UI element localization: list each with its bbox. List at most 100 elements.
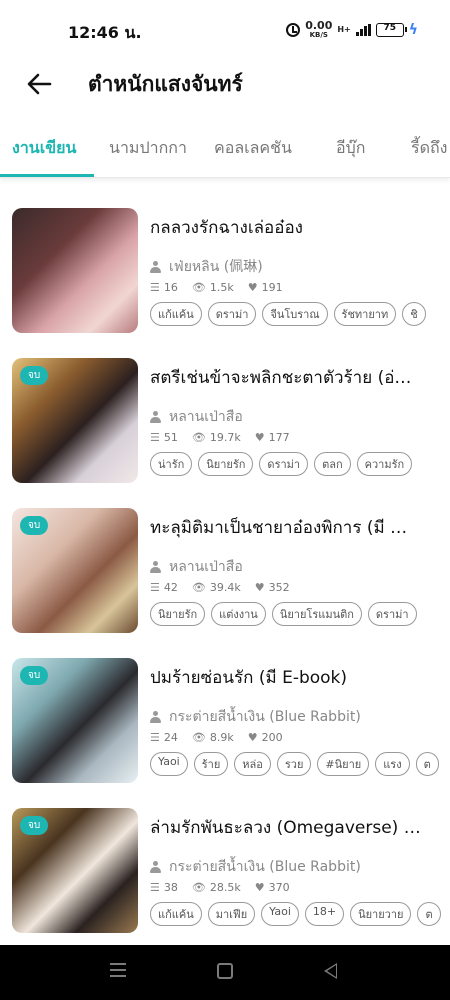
tab-ebooks[interactable]: อีบุ๊ก <box>336 136 365 161</box>
chapters-icon: ☰ <box>150 581 160 594</box>
author-row[interactable]: หลานเป่าสือ <box>150 406 243 428</box>
network-speed-unit: KB/S <box>309 31 328 39</box>
book-cover[interactable]: จบ <box>12 358 138 483</box>
book-title[interactable]: ปมร้ายซ่อนรัก (มี E-book) <box>150 664 440 691</box>
tag[interactable]: ตลก <box>314 452 351 476</box>
book-stats: ☰ 38 👁 28.5k ♥ 370 <box>150 881 290 894</box>
chapter-count: 42 <box>163 581 178 594</box>
book-title[interactable]: สตรีเช่นข้าจะพลิกชะตาตัวร้าย (อ่… <box>150 364 440 391</box>
tag[interactable]: ร้าย <box>193 752 229 776</box>
tag[interactable]: Yaoi <box>261 902 299 926</box>
tag[interactable]: นิยายรัก <box>198 452 254 476</box>
view-count: 8.9k <box>209 731 234 744</box>
like-count: 370 <box>268 881 290 894</box>
chapters-icon: ☰ <box>150 731 160 744</box>
tab-works[interactable]: งานเขียน <box>12 136 76 161</box>
book-cover[interactable]: จบ <box>12 808 138 933</box>
heart-icon: ♥ <box>247 731 258 744</box>
home-button[interactable] <box>217 963 233 979</box>
tag[interactable]: ดราม่า <box>367 602 417 626</box>
book-title[interactable]: ล่ามรักพันธะลวง (Omegaverse) … <box>150 814 440 841</box>
tag[interactable]: จีนโบราณ <box>262 302 328 326</box>
book-cover[interactable] <box>12 208 138 333</box>
page-title: ตำหนักแสงจันทร์ <box>88 72 243 96</box>
tag-list: แก้แค้น มาเฟีย Yaoi 18+ นิยายวาย ต <box>150 902 450 926</box>
tag[interactable]: น่ารัก <box>150 452 193 476</box>
tag[interactable]: ดราม่า <box>207 302 257 326</box>
network-type: H+ <box>337 25 351 34</box>
author-row[interactable]: กระต่ายสีน้ำเงิน (Blue Rabbit) <box>150 706 361 728</box>
tag[interactable]: รวย <box>276 752 312 776</box>
tag[interactable]: นิยายรัก <box>150 602 206 626</box>
tag[interactable]: แก้แค้น <box>150 902 202 926</box>
book-item[interactable]: จบ สตรีเช่นข้าจะพลิกชะตาตัวร้าย (อ่… หลา… <box>0 350 450 483</box>
eye-icon: 👁 <box>191 281 206 294</box>
tag[interactable]: นิยายวาย <box>350 902 412 926</box>
book-title[interactable]: กลลวงรักฉางเล่ออ๋อง <box>150 214 440 241</box>
tab-read-up-to[interactable]: รี้ดถึง <box>411 136 447 161</box>
book-item[interactable]: จบ ปมร้ายซ่อนรัก (มี E-book) กระต่ายสีน้… <box>0 650 450 783</box>
eye-icon: 👁 <box>191 731 206 744</box>
book-cover[interactable]: จบ <box>12 508 138 633</box>
chapters-icon: ☰ <box>150 881 160 894</box>
completed-badge: จบ <box>20 366 49 385</box>
author-row[interactable]: กระต่ายสีน้ำเงิน (Blue Rabbit) <box>150 856 361 878</box>
tag[interactable]: แรง <box>375 752 410 776</box>
book-item[interactable]: จบ ทะลุมิติมาเป็นชายาอ๋องพิการ (มี … หลา… <box>0 500 450 633</box>
heart-icon: ♥ <box>254 881 265 894</box>
book-stats: ☰ 24 👁 8.9k ♥ 200 <box>150 731 283 744</box>
book-item[interactable]: กลลวงรักฉางเล่ออ๋อง เฟ่ยหลิน (佩琳) ☰ 16 👁… <box>0 200 450 333</box>
tag[interactable]: #นิยาย <box>317 752 370 776</box>
system-back-button[interactable] <box>324 963 337 979</box>
eye-icon: 👁 <box>191 881 206 894</box>
arrow-left-icon <box>27 73 52 95</box>
alarm-icon <box>286 23 301 37</box>
chapters-icon: ☰ <box>150 281 160 294</box>
chapters-icon: ☰ <box>150 431 160 444</box>
tag[interactable]: แต่งงาน <box>211 602 266 626</box>
heart-icon: ♥ <box>254 431 265 444</box>
person-icon <box>150 561 161 573</box>
chapter-count: 16 <box>163 281 178 294</box>
recent-apps-button[interactable] <box>110 963 126 977</box>
tag[interactable]: ต <box>415 752 439 776</box>
tag[interactable]: ความรัก <box>356 452 413 476</box>
network-speed: 0.00 KB/S <box>305 19 333 39</box>
heart-icon: ♥ <box>247 281 258 294</box>
network-speed-value: 0.00 <box>305 19 333 32</box>
author-name: หลานเป่าสือ <box>169 559 243 575</box>
tag[interactable]: ต <box>417 902 441 926</box>
person-icon <box>150 261 161 273</box>
tag[interactable]: Yaoi <box>150 752 188 776</box>
back-button[interactable] <box>24 70 56 98</box>
person-icon <box>150 711 161 723</box>
author-row[interactable]: หลานเป่าสือ <box>150 556 243 578</box>
tag[interactable]: นิยายโรแมนติก <box>271 602 362 626</box>
book-cover[interactable]: จบ <box>12 658 138 783</box>
tag[interactable]: ชิ <box>402 302 426 326</box>
author-row[interactable]: เฟ่ยหลิน (佩琳) <box>150 256 263 278</box>
status-bar: 12:46 น. 0.00 KB/S H+ 75 ϟ <box>0 0 450 60</box>
author-name: เฟ่ยหลิน (佩琳) <box>169 259 263 275</box>
app-header: ตำหนักแสงจันทร์ <box>0 60 450 110</box>
tag[interactable]: มาเฟีย <box>207 902 256 926</box>
book-stats: ☰ 16 👁 1.5k ♥ 191 <box>150 281 283 294</box>
tag-list: แก้แค้น ดราม่า จีนโบราณ รัชทายาท ชิ <box>150 302 450 326</box>
tag-list: นิยายรัก แต่งงาน นิยายโรแมนติก ดราม่า <box>150 602 450 626</box>
book-stats: ☰ 51 👁 19.7k ♥ 177 <box>150 431 290 444</box>
like-count: 177 <box>268 431 290 444</box>
book-item[interactable]: จบ ล่ามรักพันธะลวง (Omegaverse) … กระต่า… <box>0 800 450 933</box>
tab-pen-names[interactable]: นามปากกา <box>109 136 187 161</box>
author-name: กระต่ายสีน้ำเงิน (Blue Rabbit) <box>169 709 361 725</box>
book-title[interactable]: ทะลุมิติมาเป็นชายาอ๋องพิการ (มี … <box>150 514 440 541</box>
tag[interactable]: หล่อ <box>234 752 271 776</box>
author-name: หลานเป่าสือ <box>169 409 243 425</box>
completed-badge: จบ <box>20 666 49 685</box>
tag[interactable]: แก้แค้น <box>150 302 202 326</box>
active-tab-indicator <box>0 174 94 177</box>
tab-collections[interactable]: คอลเลคชัน <box>214 136 292 161</box>
signal-icon <box>355 24 371 36</box>
tag[interactable]: 18+ <box>304 902 345 926</box>
tag[interactable]: ดราม่า <box>259 452 309 476</box>
tag[interactable]: รัชทายาท <box>333 302 397 326</box>
